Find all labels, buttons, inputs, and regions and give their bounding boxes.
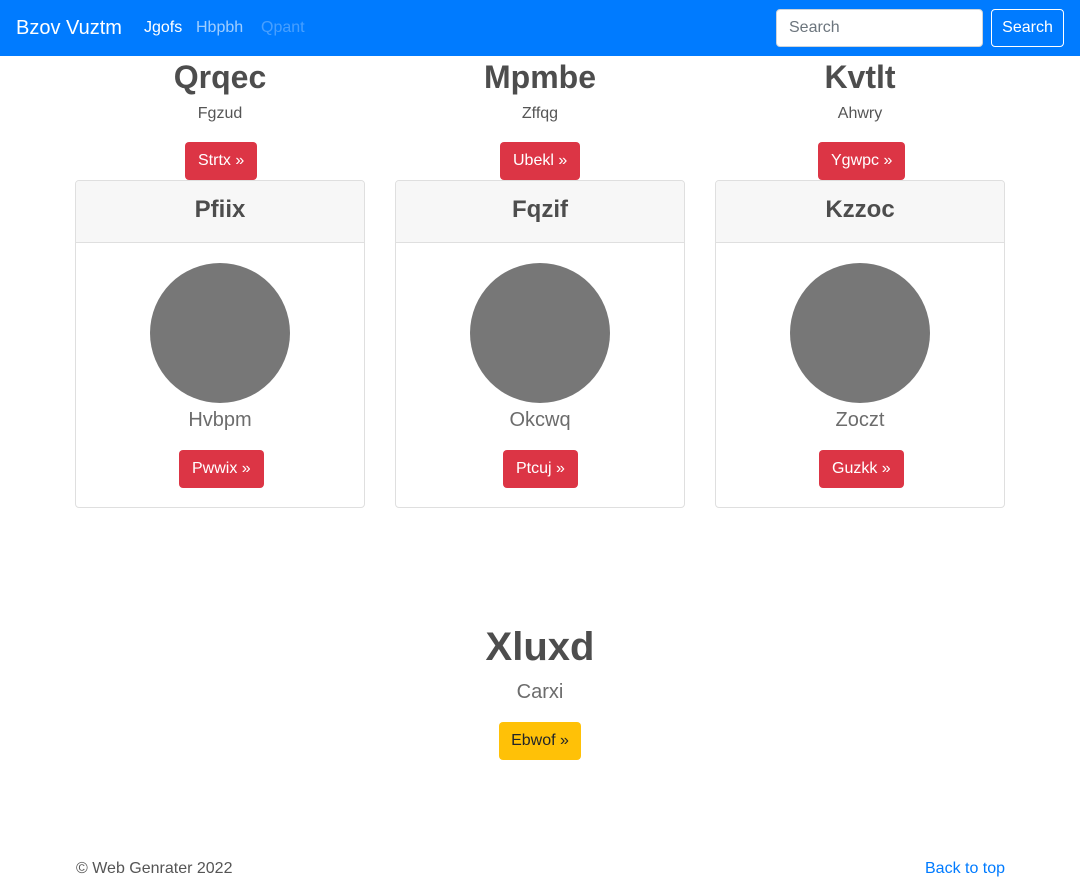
avatar-circle: [790, 263, 930, 403]
card-fqzif: Fqzif Okcwq Ptcuj »: [395, 180, 685, 508]
card-pfiix: Pfiix Hvbpm Pwwix »: [75, 180, 365, 508]
pwwix-button[interactable]: Pwwix »: [179, 450, 264, 488]
column-text: Zffqg: [521, 105, 559, 122]
card-header: Pfiix: [76, 181, 364, 243]
navbar: Bzov Vuztm Jgofs Hbpbh Qpant Search: [0, 0, 1080, 56]
card-title: Fqzif: [512, 196, 568, 223]
avatar-circle: [150, 263, 290, 403]
nav-link-jgofs[interactable]: Jgofs: [144, 18, 182, 38]
column-title: Kvtlt: [824, 59, 896, 95]
nav-link-qpant: Qpant: [261, 19, 305, 36]
card-title: Pfiix: [194, 196, 246, 223]
card-header: Kzzoc: [716, 181, 1004, 243]
card-kzzoc: Kzzoc Zoczt Guzkk »: [715, 180, 1005, 508]
guzkk-button[interactable]: Guzkk »: [819, 450, 904, 488]
ebwof-button[interactable]: Ebwof »: [499, 722, 581, 760]
card-label: Zoczt: [835, 409, 885, 431]
search-input[interactable]: [776, 9, 983, 47]
card-title: Kzzoc: [825, 196, 895, 223]
column-text: Fgzud: [197, 105, 243, 122]
avatar-circle: [470, 263, 610, 403]
card-label: Okcwq: [509, 409, 571, 431]
card-header: Fqzif: [396, 181, 684, 243]
navbar-brand[interactable]: Bzov Vuztm: [16, 15, 122, 41]
ygwpc-button[interactable]: Ygwpc »: [818, 142, 906, 180]
ubekl-button[interactable]: Ubekl »: [500, 142, 581, 180]
nav-link-hbpbh[interactable]: Hbpbh: [196, 18, 243, 38]
column-title: Qrqec: [173, 59, 267, 95]
footer-copyright: © Web Genrater 2022: [76, 860, 233, 877]
back-to-top-link[interactable]: Back to top: [925, 859, 1005, 879]
column-text: Ahwry: [837, 105, 883, 122]
card-label: Hvbpm: [188, 409, 252, 431]
ptcuj-button[interactable]: Ptcuj »: [503, 450, 578, 488]
search-button[interactable]: Search: [991, 9, 1064, 47]
hero-subtitle: Carxi: [516, 681, 564, 703]
strtx-button[interactable]: Strtx »: [185, 142, 258, 180]
hero-title: Xluxd: [485, 625, 595, 669]
column-title: Mpmbe: [484, 59, 596, 95]
